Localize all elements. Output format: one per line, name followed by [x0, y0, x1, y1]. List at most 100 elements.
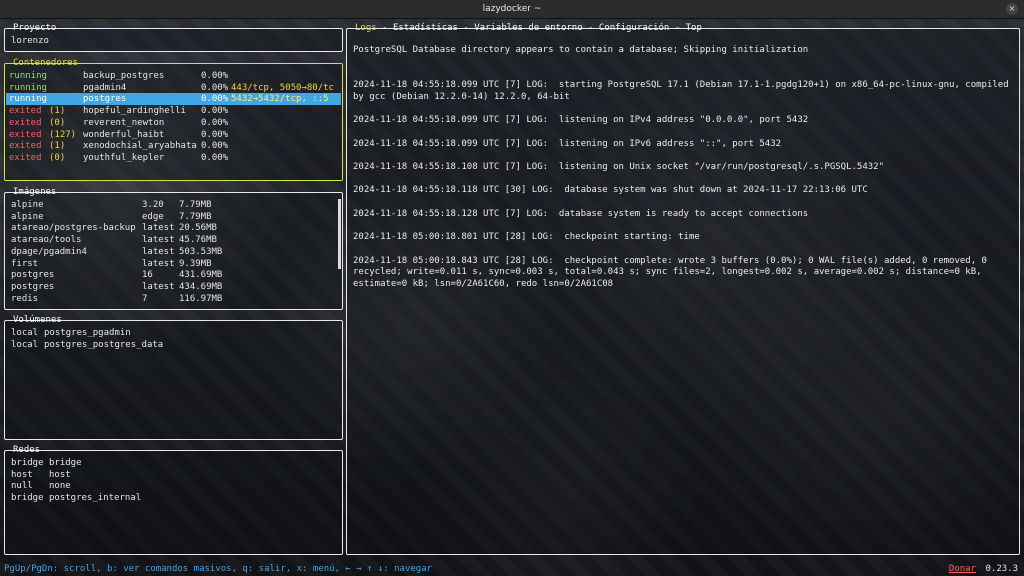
- network-driver: bridge: [11, 493, 44, 504]
- tab-separator: -: [582, 23, 599, 33]
- image-row[interactable]: postgres 16 431.69MB: [11, 269, 331, 281]
- container-row[interactable]: exited (1) hopeful_ardinghelli 0.00%: [6, 105, 341, 117]
- image-tag: 3.20: [142, 200, 164, 210]
- container-row[interactable]: running pgadmin4 0.00% 443/tcp, 5050→80/tc: [6, 82, 341, 94]
- log-line: 2024-11-18 04:55:18.108 UTC [7] LOG: lis…: [353, 162, 885, 172]
- container-name: postgres: [83, 94, 127, 105]
- container-cpu: 0.00%: [201, 82, 229, 93]
- volume-row[interactable]: local postgres_postgres_data: [11, 339, 331, 351]
- image-row[interactable]: atareao/tools latest 45.76MB: [11, 234, 331, 246]
- image-size: 116.97MB: [179, 293, 223, 304]
- donate-link[interactable]: Donar: [949, 563, 976, 575]
- window-titlebar: lazydocker ~ ×: [0, 0, 1024, 19]
- image-row[interactable]: dpage/pgadmin4 latest 503.53MB: [11, 246, 331, 258]
- container-exit-code: (127): [49, 129, 77, 140]
- network-driver: bridge: [11, 458, 44, 468]
- container-exit-code: (1): [49, 106, 66, 117]
- container-status: exited: [9, 117, 42, 128]
- image-row[interactable]: redis 7 116.97MB: [11, 293, 331, 305]
- container-exit-code: (0): [49, 152, 66, 163]
- images-scrollbar[interactable]: [338, 199, 341, 269]
- volume-name: postgres_pgadmin: [44, 328, 131, 338]
- container-name: hopeful_ardinghelli: [83, 106, 186, 117]
- tab-logs[interactable]: Logs: [355, 23, 377, 33]
- volume-row[interactable]: local postgres_pgadmin: [11, 327, 331, 339]
- tab-variables-de-entorno[interactable]: Variables de entorno: [474, 23, 582, 33]
- network-name: host: [49, 469, 71, 480]
- image-name: postgres: [11, 281, 55, 292]
- log-line: 2024-11-18 04:55:18.128 UTC [7] LOG: dat…: [353, 208, 809, 219]
- container-name: pgadmin4: [83, 82, 127, 93]
- log-line: 2024-11-18 05:00:18.843 UTC [28] LOG: ch…: [353, 255, 993, 289]
- container-row[interactable]: exited (1) xenodochial_aryabhata 0.00%: [6, 140, 341, 152]
- container-row[interactable]: exited (0) reverent_newton 0.00%: [6, 117, 341, 129]
- image-size: 20.56MB: [179, 223, 217, 234]
- log-line: 2024-11-18 04:55:18.099 UTC [7] LOG: sta…: [353, 80, 1015, 102]
- container-row[interactable]: running backup_postgres 0.00%: [6, 70, 341, 82]
- image-name: alpine: [11, 211, 44, 222]
- container-status: exited: [9, 106, 42, 117]
- container-name: wonderful_haibt: [83, 129, 165, 140]
- tab-top[interactable]: Top: [686, 23, 702, 33]
- image-row[interactable]: atareao/postgres-backup latest 20.56MB: [11, 222, 331, 234]
- container-status: running: [9, 71, 47, 81]
- image-name: first: [11, 258, 39, 269]
- main-panel[interactable]: Logs - Estadísticas - Variables de entor…: [346, 23, 1020, 555]
- contenedores-panel[interactable]: Contenedores running backup_postgres 0.00%…: [4, 58, 343, 181]
- volume-name: postgres_postgres_data: [44, 339, 164, 350]
- tab-estad-sticas[interactable]: Estadísticas: [393, 23, 458, 33]
- proyecto-panel[interactable]: Proyecto lorenzo: [4, 23, 343, 52]
- log-line: 2024-11-18 04:55:18.099 UTC [7] LOG: lis…: [353, 138, 782, 149]
- close-icon[interactable]: ×: [1006, 3, 1018, 15]
- image-row[interactable]: alpine edge 7.79MB: [11, 211, 331, 223]
- contenedores-panel-title: Contenedores: [13, 58, 79, 68]
- container-status: exited: [9, 152, 42, 163]
- log-line: 2024-11-18 04:55:18.099 UTC [7] LOG: lis…: [353, 115, 809, 126]
- image-row[interactable]: alpine 3.20 7.79MB: [11, 199, 331, 211]
- network-row[interactable]: host host: [11, 469, 331, 481]
- image-row[interactable]: first latest 9.39MB: [11, 258, 331, 270]
- window-title: lazydocker ~: [482, 4, 542, 14]
- image-tag: edge: [142, 211, 164, 222]
- container-cpu: 0.00%: [201, 94, 229, 105]
- image-name: dpage/pgadmin4: [11, 246, 87, 257]
- image-size: 7.79MB: [179, 200, 212, 210]
- image-name: atareao/postgres-backup: [11, 223, 136, 234]
- container-name: xenodochial_aryabhata: [83, 141, 197, 152]
- project-name: lorenzo: [11, 36, 49, 46]
- image-size: 7.79MB: [179, 211, 212, 222]
- image-tag: 16: [142, 270, 153, 281]
- redes-panel-title: Redes: [13, 445, 41, 455]
- network-row[interactable]: bridge postgres_internal: [11, 492, 331, 504]
- image-row[interactable]: postgres latest 434.69MB: [11, 281, 331, 293]
- image-tag: latest: [142, 281, 175, 292]
- volumenes-panel[interactable]: Volúmenes local postgres_pgadmin local post…: [4, 315, 343, 440]
- image-size: 9.39MB: [179, 258, 212, 269]
- container-exit-code: (0): [49, 117, 66, 128]
- network-name: bridge: [49, 458, 82, 468]
- container-row[interactable]: exited (0) youthful_kepler 0.00%: [6, 152, 341, 164]
- network-name: none: [49, 481, 71, 492]
- image-name: alpine: [11, 200, 44, 210]
- tab-separator: -: [669, 23, 686, 33]
- network-driver: null: [11, 481, 33, 492]
- image-size: 431.69MB: [179, 270, 223, 281]
- container-row[interactable]: running postgres 0.00% 5432→5432/tcp, ::5: [6, 93, 341, 106]
- container-cpu: 0.00%: [201, 152, 229, 163]
- volume-driver: local: [11, 339, 39, 350]
- redes-panel[interactable]: Redes bridge bridge host host null none bridge…: [4, 445, 343, 555]
- volume-driver: local: [11, 328, 39, 338]
- network-row[interactable]: bridge bridge: [11, 457, 331, 469]
- network-row[interactable]: null none: [11, 480, 331, 492]
- tab-separator: -: [376, 23, 393, 33]
- main-tabs: Logs - Estadísticas - Variables de entor…: [353, 23, 704, 34]
- tab-configuraci-n[interactable]: Configuración: [599, 23, 669, 33]
- container-status: running: [9, 94, 47, 105]
- image-tag: latest: [142, 246, 175, 257]
- imagenes-panel[interactable]: Imágenes alpine 3.20 7.79MB alpine edge 7.79M…: [4, 187, 343, 310]
- container-name: reverent_newton: [83, 117, 165, 128]
- image-size: 503.53MB: [179, 246, 223, 257]
- container-row[interactable]: exited (127) wonderful_haibt 0.00%: [6, 129, 341, 141]
- imagenes-panel-title: Imágenes: [13, 187, 57, 197]
- keybinding-help: PgUp/PgDn: scroll, b: ver comandos masiv…: [4, 564, 433, 574]
